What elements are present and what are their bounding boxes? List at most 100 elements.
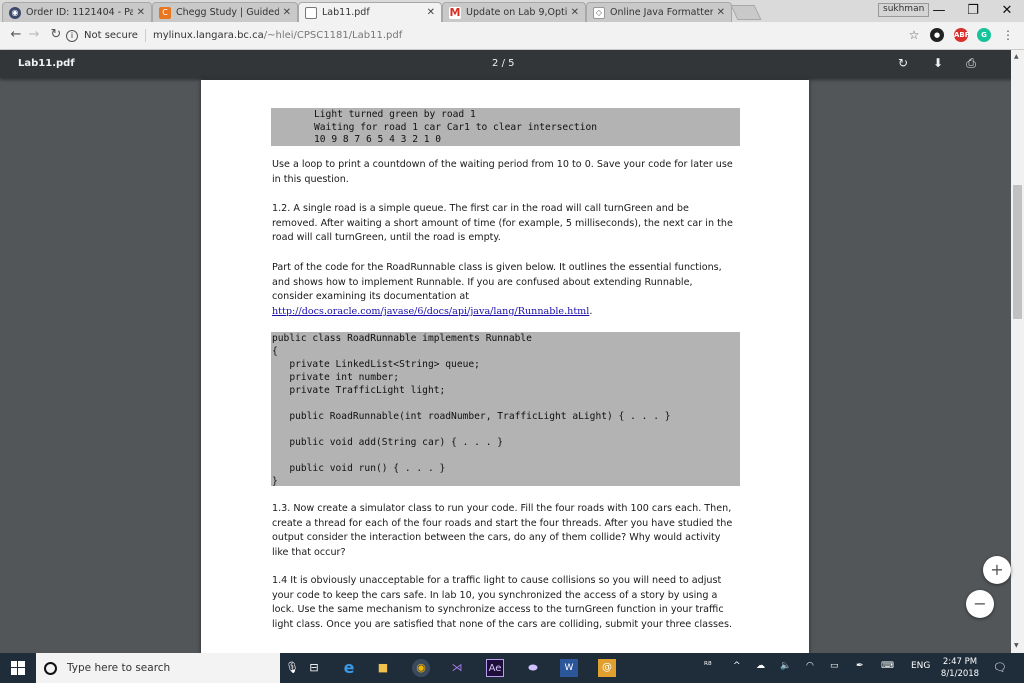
restore-icon[interactable]: ❐	[958, 1, 988, 21]
text-line: road will call turnGreen, until the road…	[272, 232, 501, 244]
chrome-icon[interactable]: ◉	[412, 659, 430, 677]
close-icon[interactable]: ✕	[717, 7, 725, 18]
pdf-toolbar: Lab11.pdf 2 / 5 ↻ ⬇ ⎙	[0, 50, 1024, 78]
tab-strip: ◉ Order ID: 1121404 - Pape ✕ C Chegg Stu…	[0, 0, 1024, 22]
download-icon[interactable]: ⬇	[930, 56, 946, 70]
tab-gmail[interactable]: M Update on Lab 9,Optiona ✕	[442, 2, 586, 22]
close-icon[interactable]: ✕	[283, 7, 291, 18]
zoom-out-button[interactable]: −	[966, 590, 994, 618]
page-indicator: 2 / 5	[492, 58, 515, 69]
tab-chegg[interactable]: C Chegg Study | Guided Sc ✕	[152, 2, 298, 22]
taskbar: Type here to search 🎙 ⊟ e ■ ◉ ⋊ Ae ⬬ W @…	[0, 653, 1024, 683]
people-icon[interactable]: ᴿ⁸	[704, 661, 712, 671]
tab-title: Update on Lab 9,Optiona	[466, 7, 567, 18]
tab-java-formatter[interactable]: ◇ Online Java Formatter ✕	[586, 2, 732, 22]
print-icon[interactable]: ⎙	[963, 56, 979, 71]
scroll-up-icon[interactable]: ▲	[1014, 53, 1019, 60]
scrollbar-thumb[interactable]	[1013, 185, 1022, 319]
task-view-icon[interactable]: ⊟	[305, 659, 323, 677]
page-separator: /	[501, 58, 505, 69]
browser-toolbar: ← → ↻ i Not secure mylinux.langara.bc.ca…	[0, 22, 1024, 50]
text-line: in this question.	[272, 173, 349, 185]
new-tab-button[interactable]	[730, 5, 762, 20]
text-line: 1.2. A single road is a simple queue. Th…	[272, 203, 689, 214]
notification-icon[interactable]: 🗨	[993, 661, 1007, 674]
cortana-icon	[44, 661, 57, 675]
close-icon[interactable]: ✕	[427, 7, 435, 18]
clock-time: 2:47 PM	[942, 657, 978, 667]
tab-title: Online Java Formatter	[610, 7, 713, 18]
rotate-icon[interactable]: ↻	[895, 56, 911, 70]
adblock-icon[interactable]: ABP	[954, 28, 970, 42]
extension-dark-icon[interactable]: ●	[930, 28, 944, 42]
forward-arrow-icon[interactable]: →	[26, 27, 42, 43]
code-line: public void run() { . . . }	[272, 463, 446, 474]
back-arrow-icon[interactable]: ←	[8, 27, 24, 43]
page-current[interactable]: 2	[492, 58, 498, 69]
runnable-docs-link[interactable]: http://docs.oracle.com/javase/6/docs/api…	[272, 306, 589, 317]
language-indicator[interactable]: ENG	[911, 661, 930, 671]
section-1-4: 1.4 It is obviously unacceptable for a t…	[272, 574, 742, 632]
edge-icon[interactable]: e	[340, 659, 358, 677]
system-clock[interactable]: 2:47 PM 8/1/2018	[938, 656, 982, 680]
text-line: output consider the interaction between …	[272, 532, 721, 544]
vertical-scrollbar[interactable]: ▲ ▼	[1011, 50, 1024, 653]
onedrive-icon[interactable]: ☁	[756, 661, 765, 671]
text-line: lock. Use the same mechanism to synchron…	[272, 604, 724, 616]
keyboard-icon[interactable]: ⌨	[881, 661, 894, 671]
bookmark-star-icon[interactable]: ☆	[906, 27, 922, 43]
code-line: private int number;	[272, 372, 400, 383]
text-line: removed. After waiting a short amount of…	[272, 217, 733, 229]
divider	[144, 29, 146, 42]
code-line: Light turned green by road 1	[314, 109, 476, 120]
pen-icon[interactable]: ✒	[856, 661, 864, 671]
tab-lab11[interactable]: Lab11.pdf ✕	[298, 2, 442, 22]
after-effects-icon[interactable]: Ae	[486, 659, 504, 677]
text-line: 1.4 It is obviously unacceptable for a t…	[272, 575, 722, 586]
mail-app-icon[interactable]: @	[598, 659, 616, 677]
close-icon[interactable]: ✕	[137, 7, 145, 18]
windows-logo-icon	[11, 661, 25, 675]
grammarly-icon[interactable]: G	[977, 28, 991, 42]
windows-start-button[interactable]	[0, 653, 36, 683]
close-icon[interactable]: ✕	[571, 7, 579, 18]
text-line: and shows how to implement Runnable. If …	[272, 276, 693, 288]
file-explorer-icon[interactable]: ■	[374, 659, 392, 677]
pdf-title: Lab11.pdf	[18, 58, 75, 69]
text-line: Part of the code for the RoadRunnable cl…	[272, 262, 722, 273]
search-input[interactable]: Type here to search	[67, 662, 170, 674]
scroll-down-icon[interactable]: ▼	[1014, 642, 1019, 649]
text-line: light class. Once you are satisfied that…	[272, 618, 733, 630]
document-icon	[305, 6, 317, 19]
info-icon[interactable]: i	[66, 29, 78, 42]
security-label: Not secure	[84, 30, 138, 41]
formatter-icon: ◇	[593, 6, 605, 19]
code-block: public class RoadRunnable implements Run…	[271, 332, 740, 487]
code-line: private TrafficLight light;	[272, 385, 446, 396]
owl-icon: ◉	[9, 6, 21, 19]
volume-icon[interactable]: 🔈	[780, 661, 791, 671]
battery-icon[interactable]: ▭	[830, 661, 839, 671]
microphone-icon[interactable]: 🎙	[283, 659, 301, 677]
minimize-icon[interactable]: —	[924, 1, 954, 21]
url-path: /~hlei/CPSC1181/Lab11.pdf	[263, 30, 403, 41]
runnable-paragraph: Part of the code for the RoadRunnable cl…	[272, 261, 742, 319]
tab-order-id[interactable]: ◉ Order ID: 1121404 - Pape ✕	[2, 2, 152, 22]
text-line: http://docs.oracle.com/javase/6/docs/api…	[272, 305, 593, 317]
show-hidden-icons[interactable]: ^	[733, 661, 741, 671]
wifi-icon[interactable]: ◠	[806, 661, 814, 671]
word-icon[interactable]: W	[560, 659, 578, 677]
pdf-page: Light turned green by road 1 Waiting for…	[201, 80, 809, 655]
taskbar-search[interactable]: Type here to search	[36, 653, 280, 683]
window-close-icon[interactable]: ✕	[992, 1, 1022, 21]
code-line: 10 9 8 7 6 5 4 3 2 1 0	[314, 134, 442, 145]
visual-studio-icon[interactable]: ⋊	[448, 659, 466, 677]
gmail-icon: M	[449, 6, 461, 19]
zoom-in-button[interactable]: +	[983, 556, 1011, 584]
reload-icon[interactable]: ↻	[48, 27, 64, 43]
profile-button[interactable]: sukhman	[878, 3, 930, 17]
code-line: public RoadRunnable(int roadNumber, Traf…	[272, 411, 671, 422]
eclipse-icon[interactable]: ⬬	[524, 659, 542, 677]
menu-kebab-icon[interactable]: ⋮	[1000, 27, 1016, 43]
address-bar[interactable]: i Not secure mylinux.langara.bc.ca/~hlei…	[66, 25, 924, 46]
